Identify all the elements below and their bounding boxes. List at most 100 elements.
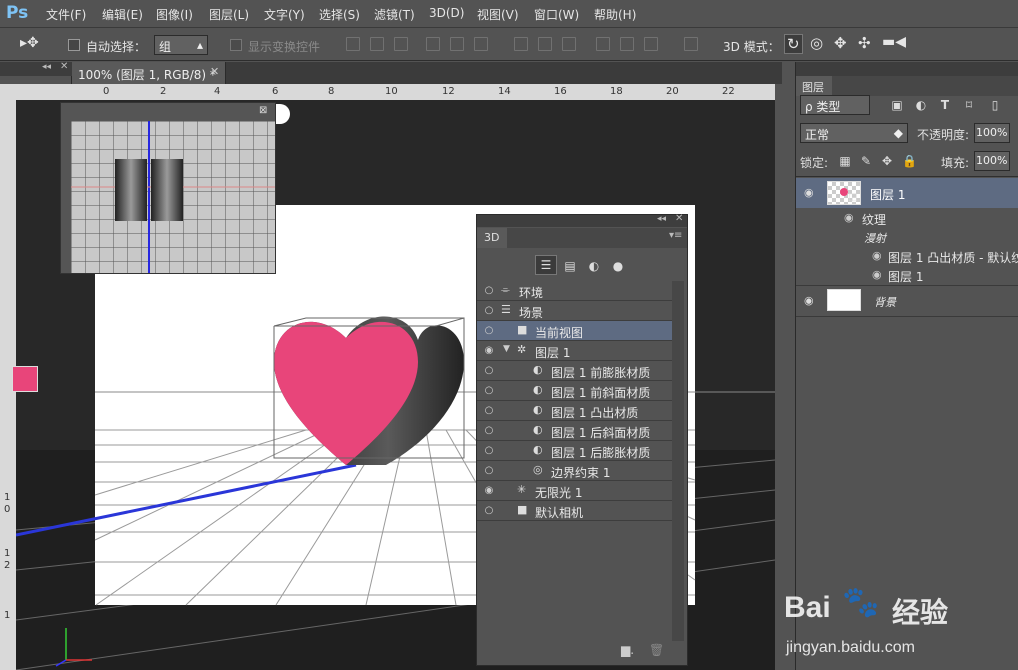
close-tab-icon[interactable]: ✕ [210, 65, 219, 78]
visibility-eye-icon[interactable]: ○ [483, 365, 495, 377]
visibility-eye-icon[interactable]: ◉ [804, 294, 814, 307]
scene-tree-row[interactable]: ○ ⌯ 环境 [477, 281, 672, 301]
visibility-eye-icon[interactable]: ○ [483, 465, 495, 477]
scene-tree-row[interactable]: ◉ ✳ 无限光 1 [477, 481, 672, 501]
distribute-bottom-icon[interactable] [562, 37, 576, 51]
foreground-color-swatch[interactable] [12, 366, 38, 392]
new-light-icon[interactable]: ▆. [621, 643, 634, 657]
distribute-left-icon[interactable] [596, 37, 610, 51]
visibility-eye-icon[interactable]: ◉ [483, 345, 495, 357]
scrollbar[interactable] [672, 281, 684, 641]
filter-lights-icon[interactable]: ● [611, 259, 625, 273]
menu-layer[interactable]: 图层(L) [209, 6, 249, 23]
show-transform-checkbox[interactable] [230, 39, 242, 51]
align-left-icon[interactable] [426, 37, 440, 51]
visibility-eye-icon[interactable]: ○ [483, 285, 495, 297]
menu-view[interactable]: 视图(V) [477, 6, 519, 23]
panel-menu-icon[interactable]: ▾≡ [669, 230, 682, 241]
slide-3d-icon[interactable]: ✣ [858, 34, 871, 52]
filter-materials-icon[interactable]: ◐ [587, 259, 601, 273]
scene-tree-row[interactable]: ○ ◐ 图层 1 后斜面材质 [477, 421, 672, 441]
menu-help[interactable]: 帮助(H) [594, 6, 636, 23]
delete-icon[interactable]: 🗑 [649, 643, 664, 657]
align-vcenter-icon[interactable] [370, 37, 384, 51]
distribute-top-icon[interactable] [514, 37, 528, 51]
menu-select[interactable]: 选择(S) [319, 6, 360, 23]
lock-position-icon[interactable]: ✥ [880, 154, 894, 168]
visibility-eye-icon[interactable]: ◉ [483, 485, 495, 497]
scene-tree-row[interactable]: ○ ■ 默认相机 [477, 501, 672, 521]
layer-filter-dropdown[interactable]: ρ 类型 [800, 95, 870, 115]
menu-edit[interactable]: 编辑(E) [102, 6, 143, 23]
layer-diffuse-row[interactable]: 漫射 [796, 228, 1018, 246]
align-hcenter-icon[interactable] [450, 37, 464, 51]
roll-3d-icon[interactable]: ◎ [810, 34, 823, 52]
visibility-eye-icon[interactable]: ○ [483, 425, 495, 437]
visibility-eye-icon[interactable]: ◉ [872, 249, 882, 262]
lock-pixels-icon[interactable]: ✎ [859, 154, 873, 168]
visibility-eye-icon[interactable]: ○ [483, 405, 495, 417]
close-icon[interactable]: ✕ [60, 61, 68, 72]
menu-window[interactable]: 窗口(W) [534, 6, 579, 23]
filter-whole-scene-icon[interactable]: ☰ [535, 255, 557, 275]
scene-tree-row[interactable]: ○ ◐ 图层 1 前膨胀材质 [477, 361, 672, 381]
rotate-3d-icon[interactable]: ↻ [784, 34, 803, 54]
drag-3d-icon[interactable]: ✥ [834, 34, 847, 52]
auto-align-icon[interactable] [684, 37, 698, 51]
visibility-eye-icon[interactable]: ○ [483, 505, 495, 517]
scene-tree-row[interactable]: ○ ■ 当前视图 [477, 321, 672, 341]
layers-tab[interactable]: 图层 [796, 76, 832, 96]
distribute-hcenter-icon[interactable] [620, 37, 634, 51]
move-tool-icon[interactable]: ▸✥ [20, 35, 39, 51]
visibility-eye-icon[interactable]: ◉ [872, 268, 882, 281]
scene-tree-row[interactable]: ○ ◐ 图层 1 后膨胀材质 [477, 441, 672, 461]
scene-tree-row[interactable]: ○ ◐ 图层 1 前斜面材质 [477, 381, 672, 401]
blend-mode-dropdown[interactable]: 正常 ◆ [800, 123, 908, 143]
filter-shape-icon[interactable]: ⌑ [962, 98, 976, 112]
filter-adjustment-icon[interactable]: ◐ [914, 98, 928, 112]
visibility-eye-icon[interactable]: ○ [483, 385, 495, 397]
texture-sub-row[interactable]: ◉ 图层 1 [796, 265, 1018, 285]
opacity-input[interactable]: 100% [974, 123, 1010, 143]
scene-tree-row[interactable]: ◉ ▼ ✲ 图层 1 [477, 341, 672, 361]
lock-transparent-icon[interactable]: ▦ [838, 154, 852, 168]
scene-tree-row[interactable]: ○ ☰ 场景 [477, 301, 672, 321]
auto-select-dropdown[interactable]: 组 ▴ [154, 35, 208, 55]
align-right-icon[interactable] [474, 37, 488, 51]
close-panel-icon[interactable]: ⊠ [259, 105, 267, 116]
scene-tree-row[interactable]: ○ ◎ 边界约束 1 [477, 461, 672, 481]
layer-row-background[interactable]: ◉ 背景 [796, 286, 1018, 316]
lock-all-icon[interactable]: 🔒 [902, 154, 917, 168]
3d-tab[interactable]: 3D [477, 228, 507, 248]
texture-sub-row[interactable]: ◉ 图层 1 凸出材质 - 默认纹 [796, 246, 1018, 266]
visibility-eye-icon[interactable]: ◉ [804, 186, 814, 199]
scene-tree-row[interactable]: ○ ◐ 图层 1 凸出材质 [477, 401, 672, 421]
align-bottom-icon[interactable] [394, 37, 408, 51]
texture-uv-grid[interactable] [71, 121, 275, 273]
filter-smart-object-icon[interactable]: ▯ [988, 98, 1002, 112]
fill-input[interactable]: 100% [974, 151, 1010, 171]
layer-row-layer1[interactable]: ◉ ◲ 图层 1 [796, 178, 1018, 208]
document-tab[interactable]: 100% (图层 1, RGB/8) * ✕ [72, 62, 226, 84]
close-icon[interactable]: ✕ [675, 213, 683, 224]
align-top-icon[interactable] [346, 37, 360, 51]
menu-type[interactable]: 文字(Y) [264, 6, 305, 23]
auto-select-checkbox[interactable] [68, 39, 80, 51]
menu-filter[interactable]: 滤镜(T) [374, 6, 415, 23]
layer-texture-row[interactable]: ◉ 纹理 [796, 208, 1018, 228]
collapse-icon[interactable]: ◂◂ [657, 214, 666, 224]
visibility-eye-icon[interactable]: ○ [483, 445, 495, 457]
menu-image[interactable]: 图像(I) [156, 6, 193, 23]
filter-pixel-icon[interactable]: ▣ [890, 98, 904, 112]
menu-3d[interactable]: 3D(D) [429, 6, 464, 20]
visibility-eye-icon[interactable]: ○ [483, 305, 495, 317]
expand-arrow-icon[interactable]: ▼ [503, 344, 510, 354]
menu-file[interactable]: 文件(F) [46, 6, 86, 23]
distribute-vcenter-icon[interactable] [538, 37, 552, 51]
filter-meshes-icon[interactable]: ▤ [563, 259, 577, 273]
collapse-icon[interactable]: ◂◂ [42, 62, 51, 72]
visibility-eye-icon[interactable]: ○ [483, 325, 495, 337]
scale-3d-icon[interactable]: ▬◀ [882, 34, 906, 50]
visibility-eye-icon[interactable]: ◉ [844, 211, 854, 224]
distribute-right-icon[interactable] [644, 37, 658, 51]
